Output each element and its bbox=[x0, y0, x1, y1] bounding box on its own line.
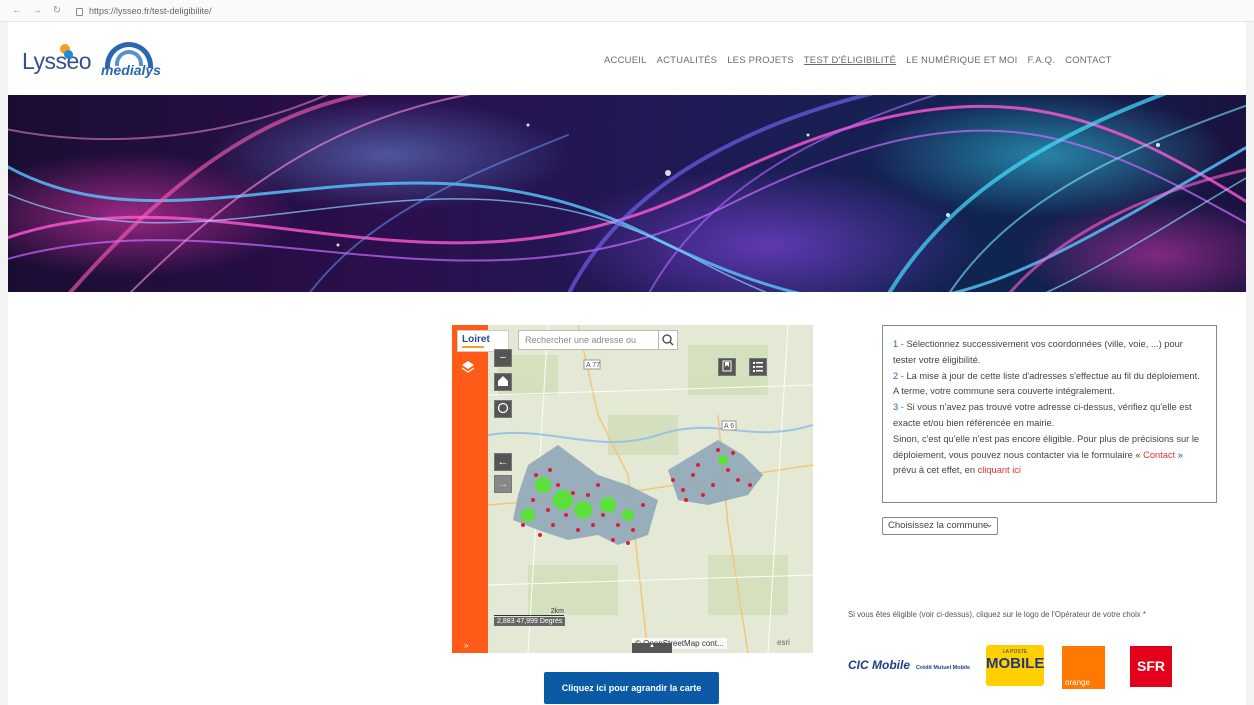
loiret-logo-text: Loiret bbox=[462, 334, 490, 345]
chevron-down-icon: ⌄ bbox=[985, 519, 993, 529]
home-icon bbox=[498, 376, 508, 386]
reload-icon[interactable]: ↻ bbox=[50, 5, 64, 16]
previous-extent-button[interactable]: ← bbox=[494, 453, 512, 471]
page: Lysseo medialys ACCUEIL ACTUALITÉS LES P… bbox=[8, 22, 1246, 705]
operator-intro: Si vous êtes éligible (voir ci-dessus), … bbox=[848, 610, 1146, 619]
step-1-number: 1 - bbox=[893, 339, 904, 349]
step-2: 2 - La mise à jour de cette liste d'adre… bbox=[893, 369, 1206, 401]
step-1: 1 - Sélectionnez successivement vos coor… bbox=[893, 337, 1206, 369]
back-icon[interactable]: ← bbox=[10, 5, 24, 16]
locate-icon bbox=[497, 402, 509, 414]
laposte-logo-big: MOBILE bbox=[986, 655, 1045, 672]
laposte-mobile-logo[interactable]: LA POSTE MOBILE bbox=[986, 645, 1044, 686]
menu-item-actualites[interactable]: ACTUALITÉS bbox=[657, 55, 718, 66]
contact-link[interactable]: Contact bbox=[1143, 450, 1175, 460]
map-search-button[interactable] bbox=[658, 330, 678, 350]
click-here-link[interactable]: cliquant ici bbox=[978, 465, 1021, 475]
credit-mutuel-mobile-logo[interactable]: Crédit Mutuel Mobile bbox=[916, 665, 970, 671]
lysseo-logo: Lysseo bbox=[22, 43, 92, 75]
map-coordinates: 2,883 47,999 Degrés bbox=[494, 617, 566, 626]
enlarge-map-button[interactable]: Cliquez ici pour agrandir la carte bbox=[544, 672, 719, 704]
locate-button[interactable] bbox=[494, 400, 512, 418]
menu-item-contact[interactable]: CONTACT bbox=[1065, 55, 1112, 66]
medialys-logo-text: medialys bbox=[101, 62, 161, 78]
home-button[interactable] bbox=[494, 373, 512, 391]
lock-icon bbox=[76, 7, 83, 16]
step-3: 3 - Si vous n'avez pas trouvé votre adre… bbox=[893, 400, 1206, 432]
lysseo-logo-text: Lysseo bbox=[22, 47, 92, 74]
map-scale-label: 2km bbox=[550, 608, 564, 615]
laposte-logo-small: LA POSTE bbox=[1002, 649, 1028, 655]
main-menu: ACCUEIL ACTUALITÉS LES PROJETS TEST D'ÉL… bbox=[604, 55, 1112, 66]
road-label-a77: A 77 bbox=[586, 362, 600, 369]
step-2-text: La mise à jour de cette liste d'adresses… bbox=[893, 370, 1200, 397]
menu-item-test-eligibilite[interactable]: TEST D'ÉLIGIBILITÉ bbox=[804, 55, 896, 66]
expand-sidebar-icon[interactable]: » bbox=[464, 641, 468, 650]
step-3-number: 3 - bbox=[893, 402, 904, 413]
zoom-out-button[interactable]: − bbox=[494, 349, 512, 367]
menu-item-projets[interactable]: LES PROJETS bbox=[727, 55, 794, 66]
cic-mobile-logo[interactable]: CIC Mobile bbox=[848, 658, 912, 676]
search-icon bbox=[662, 334, 674, 346]
browser-toolbar: ← → ↻ https://lysseo.fr/test-deligibilit… bbox=[0, 0, 1254, 22]
orange-logo-text: orange bbox=[1065, 678, 1090, 687]
address-bar[interactable]: https://lysseo.fr/test-deligibilite/ bbox=[76, 6, 212, 16]
menu-item-faq[interactable]: F.A.Q. bbox=[1027, 55, 1055, 66]
address-bar-url: https://lysseo.fr/test-deligibilite/ bbox=[89, 5, 212, 16]
forward-icon[interactable]: → bbox=[30, 5, 44, 16]
menu-item-accueil[interactable]: ACCUEIL bbox=[604, 55, 647, 66]
road-label-a6: A 6 bbox=[724, 423, 734, 430]
medialys-logo: medialys bbox=[101, 42, 161, 80]
step-1-text: Sélectionnez successivement vos coordonn… bbox=[893, 339, 1183, 365]
hero-banner bbox=[8, 95, 1246, 292]
bookmark-button[interactable] bbox=[718, 358, 736, 376]
next-extent-button[interactable]: → bbox=[494, 475, 512, 493]
step-3-text: Si vous n'avez pas trouvé votre adresse … bbox=[893, 402, 1192, 428]
commune-select[interactable]: Choisissez la commune ⌄ bbox=[882, 517, 998, 535]
banner-light-streaks bbox=[8, 95, 1246, 292]
step-2-number: 2 - bbox=[893, 370, 904, 381]
esri-logo: esri bbox=[777, 638, 790, 647]
site-logo[interactable]: Lysseo medialys bbox=[22, 42, 161, 80]
logo-dot-blue bbox=[64, 49, 73, 59]
layers-icon[interactable] bbox=[459, 359, 477, 377]
instructions-box: 1 - Sélectionnez successivement vos coor… bbox=[882, 325, 1217, 503]
legend-button[interactable] bbox=[749, 358, 767, 376]
map-search-input[interactable]: Rechercher une adresse ou bbox=[518, 330, 678, 350]
sfr-logo[interactable]: SFR bbox=[1130, 646, 1172, 687]
eligibility-map[interactable]: Loiret A 77 A 6 Rechercher une adresse o… bbox=[452, 325, 813, 653]
list-icon bbox=[753, 362, 763, 372]
attribution-toggle[interactable]: ▲ bbox=[632, 643, 672, 653]
map-scale-bar: 2km bbox=[494, 608, 564, 616]
menu-item-numerique[interactable]: LE NUMÉRIQUE ET MOI bbox=[906, 55, 1017, 66]
commune-select-value: Choisissez la commune bbox=[888, 520, 989, 531]
bookmark-icon bbox=[722, 360, 732, 372]
orange-logo[interactable]: orange bbox=[1062, 646, 1105, 689]
loiret-logo-underline bbox=[462, 346, 484, 348]
contact-paragraph: Sinon, c'est qu'elle n'est pas encore él… bbox=[893, 432, 1206, 479]
